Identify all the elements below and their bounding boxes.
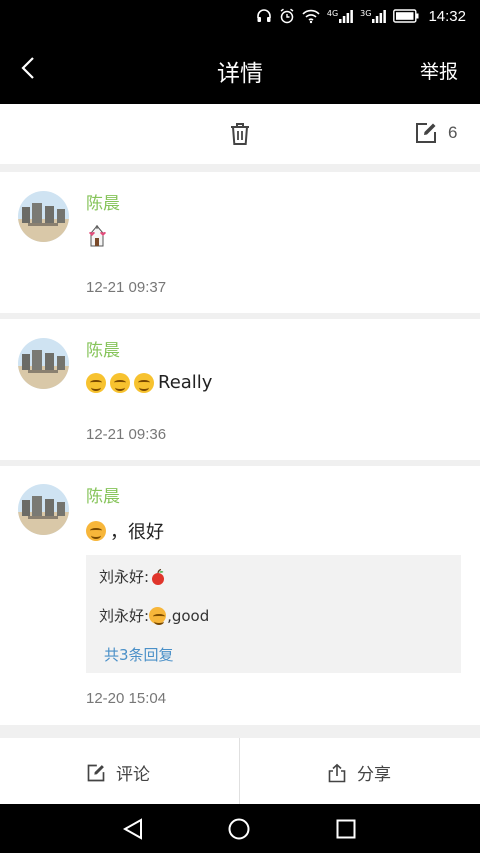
avatar-photo — [18, 484, 69, 535]
page-title: 详情 — [217, 61, 263, 87]
comment-text: Really — [158, 372, 213, 393]
status-icons: 4G 3G 14:32 — [256, 6, 466, 26]
bottom-action-bar: 评论 分享 — [0, 738, 480, 804]
signal-4g: 4G — [326, 9, 354, 23]
nav-recents-icon[interactable] — [336, 819, 356, 839]
trash-icon — [231, 123, 249, 145]
avatar[interactable] — [18, 338, 69, 389]
comment-text: ，很好 — [110, 522, 164, 543]
comment-item[interactable]: 陈晨 12-21 09:37 — [0, 172, 480, 313]
smile-emoji-icon — [86, 372, 106, 393]
edit-icon — [87, 764, 105, 781]
reply-item[interactable]: 刘永好: ,good — [99, 605, 209, 626]
signal-3g: 3G — [360, 9, 387, 23]
avatar[interactable] — [18, 191, 69, 242]
comment-button-label: 评论 — [116, 765, 150, 785]
edit-button[interactable]: 6 — [414, 121, 457, 145]
status-bar: 4G 3G 14:32 — [0, 0, 480, 33]
reply-text: ,good — [167, 606, 210, 625]
report-button[interactable]: 举报 — [420, 57, 458, 84]
comment-body — [86, 224, 108, 248]
comment-item[interactable]: 陈晨 ，很好 刘永好: 刘永好: ,good 共3条回复 12-20 15:04 — [0, 466, 480, 725]
battery-icon — [393, 9, 419, 23]
comment-author[interactable]: 陈晨 — [86, 189, 120, 214]
headphones-icon — [257, 9, 271, 22]
nav-back-icon[interactable] — [122, 818, 144, 840]
network-type-label: 3G — [360, 9, 372, 18]
blush-emoji-icon — [86, 521, 106, 541]
avatar[interactable] — [18, 484, 69, 535]
wifi-icon — [302, 9, 320, 24]
clock-time: 14:32 — [428, 7, 466, 25]
edit-icon — [416, 123, 436, 143]
share-icon — [328, 763, 346, 782]
reply-author: 刘永好: — [99, 568, 150, 586]
reply-author: 刘永好: — [99, 607, 150, 625]
title-bar: 详情 举报 — [0, 33, 480, 104]
network-type-label: 4G — [326, 9, 339, 18]
signal-bars-icon — [339, 10, 354, 23]
view-all-replies-link[interactable]: 共3条回复 — [104, 644, 174, 665]
avatar-photo — [18, 191, 69, 242]
smile-emoji-icon — [110, 372, 130, 393]
wedding-church-emoji-icon — [89, 225, 106, 247]
navigation-bar — [0, 804, 480, 853]
signal-bars-icon — [372, 10, 387, 23]
apple-emoji-icon — [152, 568, 165, 585]
share-button[interactable]: 分享 — [327, 760, 391, 785]
reply-item[interactable]: 刘永好: — [99, 566, 167, 587]
comment-body: Really — [86, 372, 212, 393]
comment-time: 12-20 15:04 — [86, 690, 167, 707]
avatar-photo — [18, 338, 69, 389]
divider — [239, 738, 240, 804]
edit-count: 6 — [448, 123, 458, 142]
action-row: 6 — [0, 104, 480, 164]
delete-button[interactable] — [228, 121, 252, 147]
comment-body: ，很好 — [86, 518, 164, 544]
comment-button[interactable]: 评论 — [86, 760, 150, 785]
comment-time: 12-21 09:36 — [86, 426, 167, 443]
nav-home-icon[interactable] — [228, 818, 250, 840]
comment-time: 12-21 09:37 — [86, 279, 167, 296]
share-button-label: 分享 — [357, 765, 391, 785]
smile-emoji-icon — [134, 372, 154, 393]
comment-author[interactable]: 陈晨 — [86, 482, 120, 507]
blush-emoji-icon — [149, 607, 167, 625]
reply-box[interactable]: 刘永好: 刘永好: ,good 共3条回复 — [86, 555, 461, 673]
alarm-icon — [280, 8, 294, 24]
comment-item[interactable]: 陈晨 Really 12-21 09:36 — [0, 319, 480, 460]
comment-author[interactable]: 陈晨 — [86, 336, 120, 361]
